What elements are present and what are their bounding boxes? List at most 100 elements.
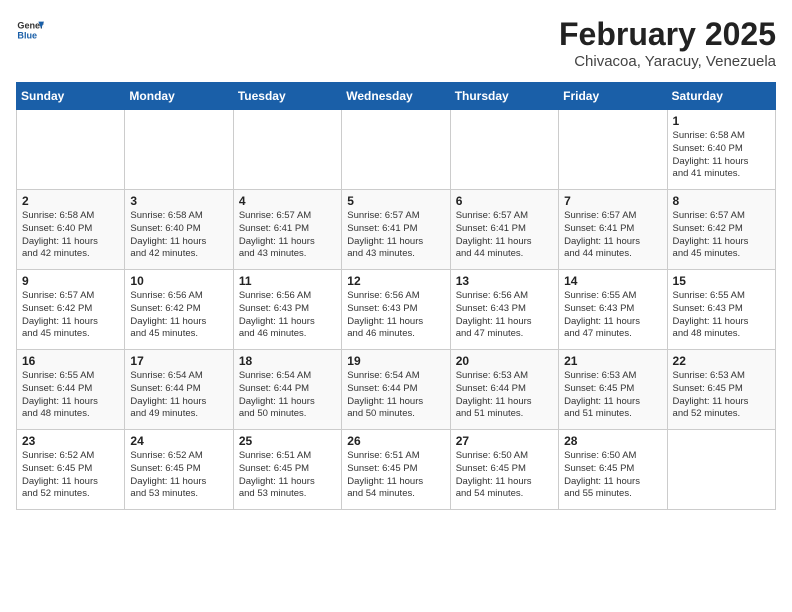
day-info: Sunrise: 6:57 AM Sunset: 6:41 PM Dayligh… — [456, 210, 553, 261]
day-number: 18 — [239, 354, 336, 368]
weekday-header-saturday: Saturday — [667, 83, 775, 110]
calendar-cell: 23 Sunrise: 6:52 AM Sunset: 6:45 PM Dayli… — [17, 430, 125, 510]
calendar-cell: 5 Sunrise: 6:57 AM Sunset: 6:41 PM Daylig… — [342, 190, 450, 270]
day-info: Sunrise: 6:57 AM Sunset: 6:41 PM Dayligh… — [347, 210, 444, 261]
day-number: 17 — [130, 354, 227, 368]
weekday-header-wednesday: Wednesday — [342, 83, 450, 110]
day-number: 25 — [239, 434, 336, 448]
day-info: Sunrise: 6:51 AM Sunset: 6:45 PM Dayligh… — [239, 450, 336, 501]
weekday-header-row: SundayMondayTuesdayWednesdayThursdayFrid… — [17, 83, 776, 110]
calendar-cell — [233, 110, 341, 190]
calendar-subtitle: Chivacoa, Yaracuy, Venezuela — [559, 53, 776, 70]
day-info: Sunrise: 6:58 AM Sunset: 6:40 PM Dayligh… — [130, 210, 227, 261]
title-area: February 2025 Chivacoa, Yaracuy, Venezue… — [559, 16, 776, 70]
day-number: 4 — [239, 194, 336, 208]
weekday-header-friday: Friday — [559, 83, 667, 110]
day-number: 13 — [456, 274, 553, 288]
day-number: 6 — [456, 194, 553, 208]
calendar-cell: 28 Sunrise: 6:50 AM Sunset: 6:45 PM Dayli… — [559, 430, 667, 510]
day-number: 19 — [347, 354, 444, 368]
logo-icon: General Blue — [16, 16, 44, 44]
day-info: Sunrise: 6:57 AM Sunset: 6:42 PM Dayligh… — [673, 210, 770, 261]
day-info: Sunrise: 6:57 AM Sunset: 6:41 PM Dayligh… — [239, 210, 336, 261]
day-info: Sunrise: 6:57 AM Sunset: 6:41 PM Dayligh… — [564, 210, 661, 261]
day-info: Sunrise: 6:55 AM Sunset: 6:43 PM Dayligh… — [564, 290, 661, 341]
calendar-cell: 6 Sunrise: 6:57 AM Sunset: 6:41 PM Daylig… — [450, 190, 558, 270]
calendar-cell: 19 Sunrise: 6:54 AM Sunset: 6:44 PM Dayli… — [342, 350, 450, 430]
weekday-header-tuesday: Tuesday — [233, 83, 341, 110]
calendar-cell: 22 Sunrise: 6:53 AM Sunset: 6:45 PM Dayli… — [667, 350, 775, 430]
day-number: 15 — [673, 274, 770, 288]
calendar-cell — [17, 110, 125, 190]
day-number: 16 — [22, 354, 119, 368]
day-number: 1 — [673, 114, 770, 128]
calendar-cell: 7Sunrise: 6:57 AM Sunset: 6:41 PM Daylig… — [559, 190, 667, 270]
day-info: Sunrise: 6:52 AM Sunset: 6:45 PM Dayligh… — [22, 450, 119, 501]
day-info: Sunrise: 6:58 AM Sunset: 6:40 PM Dayligh… — [22, 210, 119, 261]
day-info: Sunrise: 6:53 AM Sunset: 6:44 PM Dayligh… — [456, 370, 553, 421]
day-info: Sunrise: 6:50 AM Sunset: 6:45 PM Dayligh… — [456, 450, 553, 501]
calendar-cell: 20Sunrise: 6:53 AM Sunset: 6:44 PM Dayli… — [450, 350, 558, 430]
calendar-cell: 25 Sunrise: 6:51 AM Sunset: 6:45 PM Dayli… — [233, 430, 341, 510]
day-info: Sunrise: 6:56 AM Sunset: 6:43 PM Dayligh… — [456, 290, 553, 341]
calendar-cell: 14 Sunrise: 6:55 AM Sunset: 6:43 PM Dayli… — [559, 270, 667, 350]
calendar-cell: 10 Sunrise: 6:56 AM Sunset: 6:42 PM Dayli… — [125, 270, 233, 350]
day-number: 23 — [22, 434, 119, 448]
calendar-cell: 3 Sunrise: 6:58 AM Sunset: 6:40 PM Daylig… — [125, 190, 233, 270]
calendar-cell — [125, 110, 233, 190]
svg-text:Blue: Blue — [17, 30, 37, 40]
weekday-header-monday: Monday — [125, 83, 233, 110]
calendar-cell: 26 Sunrise: 6:51 AM Sunset: 6:45 PM Dayli… — [342, 430, 450, 510]
day-info: Sunrise: 6:53 AM Sunset: 6:45 PM Dayligh… — [673, 370, 770, 421]
day-info: Sunrise: 6:50 AM Sunset: 6:45 PM Dayligh… — [564, 450, 661, 501]
calendar-cell: 11 Sunrise: 6:56 AM Sunset: 6:43 PM Dayli… — [233, 270, 341, 350]
day-info: Sunrise: 6:53 AM Sunset: 6:45 PM Dayligh… — [564, 370, 661, 421]
calendar-cell: 8 Sunrise: 6:57 AM Sunset: 6:42 PM Daylig… — [667, 190, 775, 270]
day-number: 5 — [347, 194, 444, 208]
calendar-cell: 24 Sunrise: 6:52 AM Sunset: 6:45 PM Dayli… — [125, 430, 233, 510]
calendar-cell — [342, 110, 450, 190]
day-info: Sunrise: 6:54 AM Sunset: 6:44 PM Dayligh… — [239, 370, 336, 421]
weekday-header-sunday: Sunday — [17, 83, 125, 110]
calendar-week-3: 9 Sunrise: 6:57 AM Sunset: 6:42 PM Daylig… — [17, 270, 776, 350]
calendar-cell: 16Sunrise: 6:55 AM Sunset: 6:44 PM Dayli… — [17, 350, 125, 430]
calendar-cell — [667, 430, 775, 510]
calendar-cell: 27Sunrise: 6:50 AM Sunset: 6:45 PM Dayli… — [450, 430, 558, 510]
calendar-cell: 9 Sunrise: 6:57 AM Sunset: 6:42 PM Daylig… — [17, 270, 125, 350]
calendar-cell: 2 Sunrise: 6:58 AM Sunset: 6:40 PM Daylig… — [17, 190, 125, 270]
calendar-cell: 13 Sunrise: 6:56 AM Sunset: 6:43 PM Dayli… — [450, 270, 558, 350]
calendar-cell — [559, 110, 667, 190]
day-info: Sunrise: 6:57 AM Sunset: 6:42 PM Dayligh… — [22, 290, 119, 341]
day-number: 24 — [130, 434, 227, 448]
day-number: 22 — [673, 354, 770, 368]
day-info: Sunrise: 6:51 AM Sunset: 6:45 PM Dayligh… — [347, 450, 444, 501]
day-number: 3 — [130, 194, 227, 208]
day-info: Sunrise: 6:56 AM Sunset: 6:43 PM Dayligh… — [239, 290, 336, 341]
calendar-table: SundayMondayTuesdayWednesdayThursdayFrid… — [16, 82, 776, 510]
calendar-week-5: 23 Sunrise: 6:52 AM Sunset: 6:45 PM Dayli… — [17, 430, 776, 510]
day-number: 28 — [564, 434, 661, 448]
day-number: 14 — [564, 274, 661, 288]
day-number: 11 — [239, 274, 336, 288]
day-info: Sunrise: 6:54 AM Sunset: 6:44 PM Dayligh… — [347, 370, 444, 421]
day-info: Sunrise: 6:56 AM Sunset: 6:42 PM Dayligh… — [130, 290, 227, 341]
calendar-cell: 1 Sunrise: 6:58 AM Sunset: 6:40 PM Daylig… — [667, 110, 775, 190]
day-info: Sunrise: 6:56 AM Sunset: 6:43 PM Dayligh… — [347, 290, 444, 341]
logo: General Blue — [16, 16, 44, 44]
calendar-cell: 15 Sunrise: 6:55 AM Sunset: 6:43 PM Dayli… — [667, 270, 775, 350]
calendar-title: February 2025 — [559, 16, 776, 53]
day-number: 12 — [347, 274, 444, 288]
calendar-cell: 18 Sunrise: 6:54 AM Sunset: 6:44 PM Dayli… — [233, 350, 341, 430]
calendar-week-4: 16Sunrise: 6:55 AM Sunset: 6:44 PM Dayli… — [17, 350, 776, 430]
day-info: Sunrise: 6:52 AM Sunset: 6:45 PM Dayligh… — [130, 450, 227, 501]
day-number: 8 — [673, 194, 770, 208]
day-number: 26 — [347, 434, 444, 448]
day-number: 9 — [22, 274, 119, 288]
day-info: Sunrise: 6:58 AM Sunset: 6:40 PM Dayligh… — [673, 130, 770, 181]
day-number: 10 — [130, 274, 227, 288]
day-info: Sunrise: 6:55 AM Sunset: 6:43 PM Dayligh… — [673, 290, 770, 341]
header: General Blue February 2025 Chivacoa, Yar… — [16, 16, 776, 70]
calendar-cell: 12 Sunrise: 6:56 AM Sunset: 6:43 PM Dayli… — [342, 270, 450, 350]
day-number: 2 — [22, 194, 119, 208]
day-info: Sunrise: 6:54 AM Sunset: 6:44 PM Dayligh… — [130, 370, 227, 421]
